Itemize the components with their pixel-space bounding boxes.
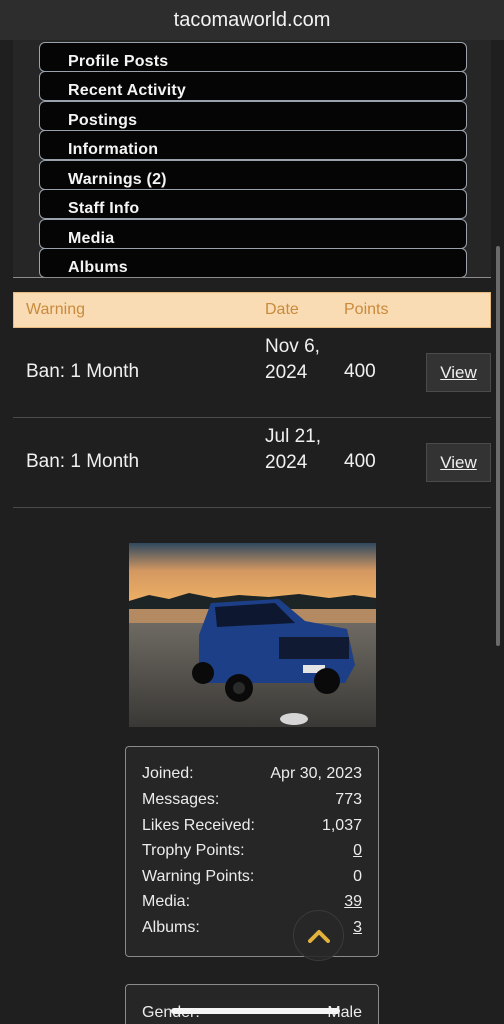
tab-postings[interactable]: Postings <box>39 101 467 131</box>
header-warning: Warning <box>26 301 85 318</box>
stat-label: Messages: <box>142 791 220 808</box>
stat-label: Likes Received: <box>142 817 255 834</box>
stat-label: Media: <box>142 893 191 910</box>
warning-points: 400 <box>344 451 376 472</box>
tab-profile-posts[interactable]: Profile Posts <box>39 42 467 72</box>
chevron-up-icon <box>307 929 330 943</box>
stat-joined: Joined: Apr 30, 2023 <box>142 765 362 785</box>
stat-likes-received: Likes Received: 1,037 <box>142 817 362 837</box>
tab-warnings[interactable]: Warnings (2) <box>39 160 467 190</box>
table-row: Ban: 1 Month Jul 21, 2024 400 View <box>13 418 491 508</box>
warning-date: Jul 21, 2024 <box>265 426 321 473</box>
table-row: Ban: 1 Month Nov 6, 2024 400 View <box>13 328 491 418</box>
tab-information[interactable]: Information <box>39 130 467 160</box>
header-points: Points <box>344 301 389 318</box>
tabs-divider <box>13 277 491 278</box>
stat-media: Media: 39 <box>142 893 362 913</box>
url-text: tacomaworld.com <box>173 8 331 31</box>
stat-value: 773 <box>335 791 362 808</box>
stat-value: Apr 30, 2023 <box>270 765 362 782</box>
address-bar[interactable]: tacomaworld.com <box>0 0 504 40</box>
stat-messages: Messages: 773 <box>142 791 362 811</box>
tab-albums[interactable]: Albums <box>39 248 467 278</box>
warnings-table-header: Warning Date Points <box>13 292 491 328</box>
warning-points: 400 <box>344 361 376 382</box>
header-date: Date <box>265 301 299 318</box>
stat-value: 1,037 <box>321 817 362 834</box>
stat-label: Warning Points: <box>142 868 255 885</box>
tab-media[interactable]: Media <box>39 219 467 249</box>
stat-trophy-points: Trophy Points: 0 <box>142 842 362 862</box>
tab-staff-info[interactable]: Staff Info <box>39 189 467 219</box>
stat-value-link[interactable]: 39 <box>344 893 362 911</box>
profile-tabs: Profile Posts Recent Activity Postings I… <box>13 40 491 278</box>
stat-label: Trophy Points: <box>142 842 245 859</box>
view-warning-button[interactable]: View <box>426 443 491 482</box>
profile-photo[interactable] <box>129 543 376 727</box>
stat-value-link[interactable]: 0 <box>353 842 362 860</box>
stat-warning-points: Warning Points: 0 <box>142 868 362 888</box>
warning-date: Nov 6, 2024 <box>265 336 320 383</box>
warning-reason: Ban: 1 Month <box>26 361 140 382</box>
stat-value-link[interactable]: 3 <box>353 919 362 937</box>
stat-value: 0 <box>353 868 362 885</box>
stat-label: Joined: <box>142 765 194 782</box>
stat-label: Albums: <box>142 919 200 936</box>
warning-reason: Ban: 1 Month <box>26 451 140 472</box>
page-scrollbar[interactable] <box>496 246 500 646</box>
view-warning-button[interactable]: View <box>426 353 491 392</box>
scroll-to-top-button[interactable] <box>293 910 344 961</box>
tab-recent-activity[interactable]: Recent Activity <box>39 71 467 101</box>
home-indicator[interactable] <box>171 1008 340 1014</box>
member-info-box: Gender: Male <box>125 984 379 1024</box>
